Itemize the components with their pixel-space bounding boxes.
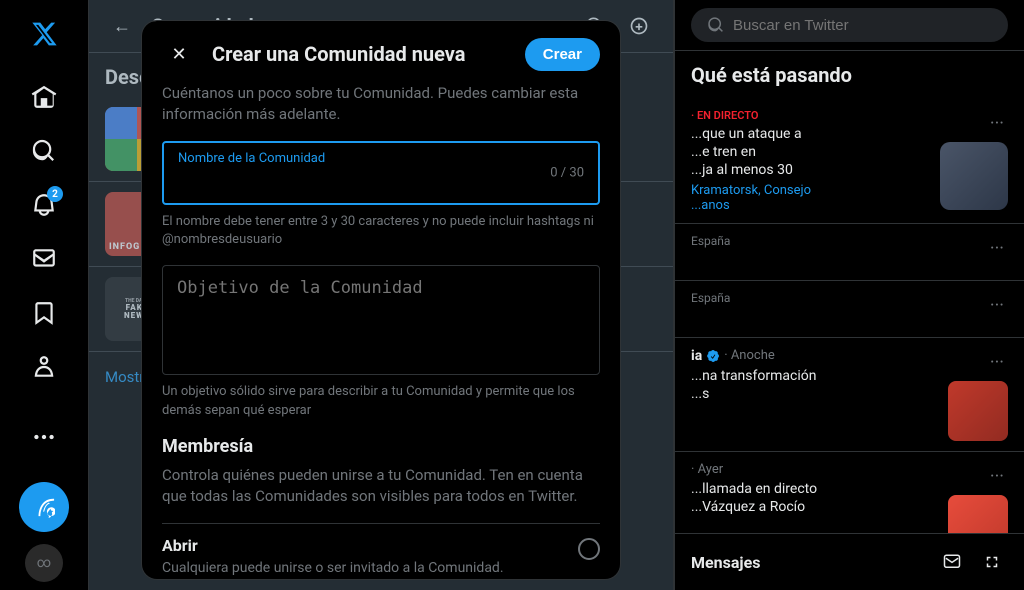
search-icon: [707, 16, 725, 34]
trend-thumb-5: [948, 495, 1008, 533]
name-character-counter: 0 / 30: [550, 166, 584, 181]
search-input[interactable]: [733, 17, 992, 34]
abrir-radio[interactable]: [578, 538, 600, 560]
create-community-modal: ✕ Crear una Comunidad nueva Crear Cuénta…: [141, 20, 621, 580]
mensajes-title: Mensajes: [691, 553, 760, 572]
name-input-hint: El nombre debe tener entre 3 y 30 caract…: [162, 213, 600, 249]
notifications-nav-item[interactable]: 2: [19, 180, 69, 230]
modal-close-button[interactable]: ✕: [162, 37, 196, 71]
community-name-input-wrap: Nombre de la Comunidad 0 / 30: [162, 141, 600, 205]
search-input-wrap[interactable]: [691, 8, 1008, 42]
modal-overlay: ✕ Crear una Comunidad nueva Crear Cuénta…: [89, 0, 673, 590]
trend-item-1[interactable]: · EN DIRECTO ...que un ataque a...e tren…: [675, 99, 1024, 224]
messages-nav-item[interactable]: [19, 234, 69, 284]
community-objetivo-wrap: [162, 265, 600, 375]
grok-icon[interactable]: ∞: [25, 544, 63, 582]
main-content-area: ← Comunidades Descubre G: [88, 0, 674, 590]
trend-dots-3[interactable]: ···: [986, 291, 1008, 320]
community-name-label: Nombre de la Comunidad: [178, 151, 325, 166]
objetivo-hint: Un objetivo sólido sirve para describir …: [162, 383, 600, 419]
modal-body: Nombre de la Comunidad 0 / 30 El nombre …: [142, 141, 620, 580]
notifications-badge: 2: [47, 186, 63, 202]
mensajes-bar: Mensajes: [675, 533, 1024, 590]
crear-button[interactable]: Crear: [525, 38, 600, 71]
membresia-title: Membresía: [162, 436, 600, 457]
compose-message-icon[interactable]: [936, 546, 968, 578]
trend-dots-2[interactable]: ···: [986, 234, 1008, 263]
trend-thumb-4: [948, 381, 1008, 441]
expand-messages-icon[interactable]: [976, 546, 1008, 578]
membership-option-abrir[interactable]: Abrir Cualquiera puede unirse o ser invi…: [162, 523, 600, 580]
profile-nav-item[interactable]: [19, 342, 69, 392]
modal-title: Crear una Comunidad nueva: [212, 42, 509, 66]
compose-button[interactable]: [19, 482, 69, 532]
trending-title: Qué está pasando: [675, 51, 1024, 99]
search-bar-container: [675, 0, 1024, 51]
explore-nav-item[interactable]: [19, 126, 69, 176]
right-sidebar: Qué está pasando · EN DIRECTO ...que un …: [674, 0, 1024, 590]
trend-dots-5[interactable]: ···: [986, 462, 1008, 491]
trend-thumb-1: [940, 142, 1008, 210]
trend-dots-4[interactable]: ···: [986, 348, 1008, 377]
membresia-description: Controla quiénes pueden unirse a tu Comu…: [162, 465, 600, 507]
twitter-logo[interactable]: [18, 8, 70, 64]
home-nav-item[interactable]: [19, 72, 69, 122]
trend-item-4[interactable]: ia · Anoche ...na transformación...s ···: [675, 338, 1024, 452]
trend-item-3[interactable]: España ···: [675, 281, 1024, 338]
trend-item-5[interactable]: · Ayer ...llamada en directo...Vázquez a…: [675, 452, 1024, 533]
trending-section: Qué está pasando · EN DIRECTO ...que un …: [675, 51, 1024, 533]
bookmarks-nav-item[interactable]: [19, 288, 69, 338]
verified-icon: [706, 349, 720, 363]
modal-subtitle: Cuéntanos un poco sobre tu Comunidad. Pu…: [142, 83, 620, 141]
trend-item-2[interactable]: España ···: [675, 224, 1024, 281]
trend-dots-1[interactable]: ···: [986, 109, 1008, 138]
modal-header: ✕ Crear una Comunidad nueva Crear: [142, 21, 620, 83]
left-sidebar: 2 ∞: [0, 0, 88, 590]
community-objetivo-input[interactable]: [177, 278, 585, 358]
more-nav-item[interactable]: [19, 412, 69, 462]
